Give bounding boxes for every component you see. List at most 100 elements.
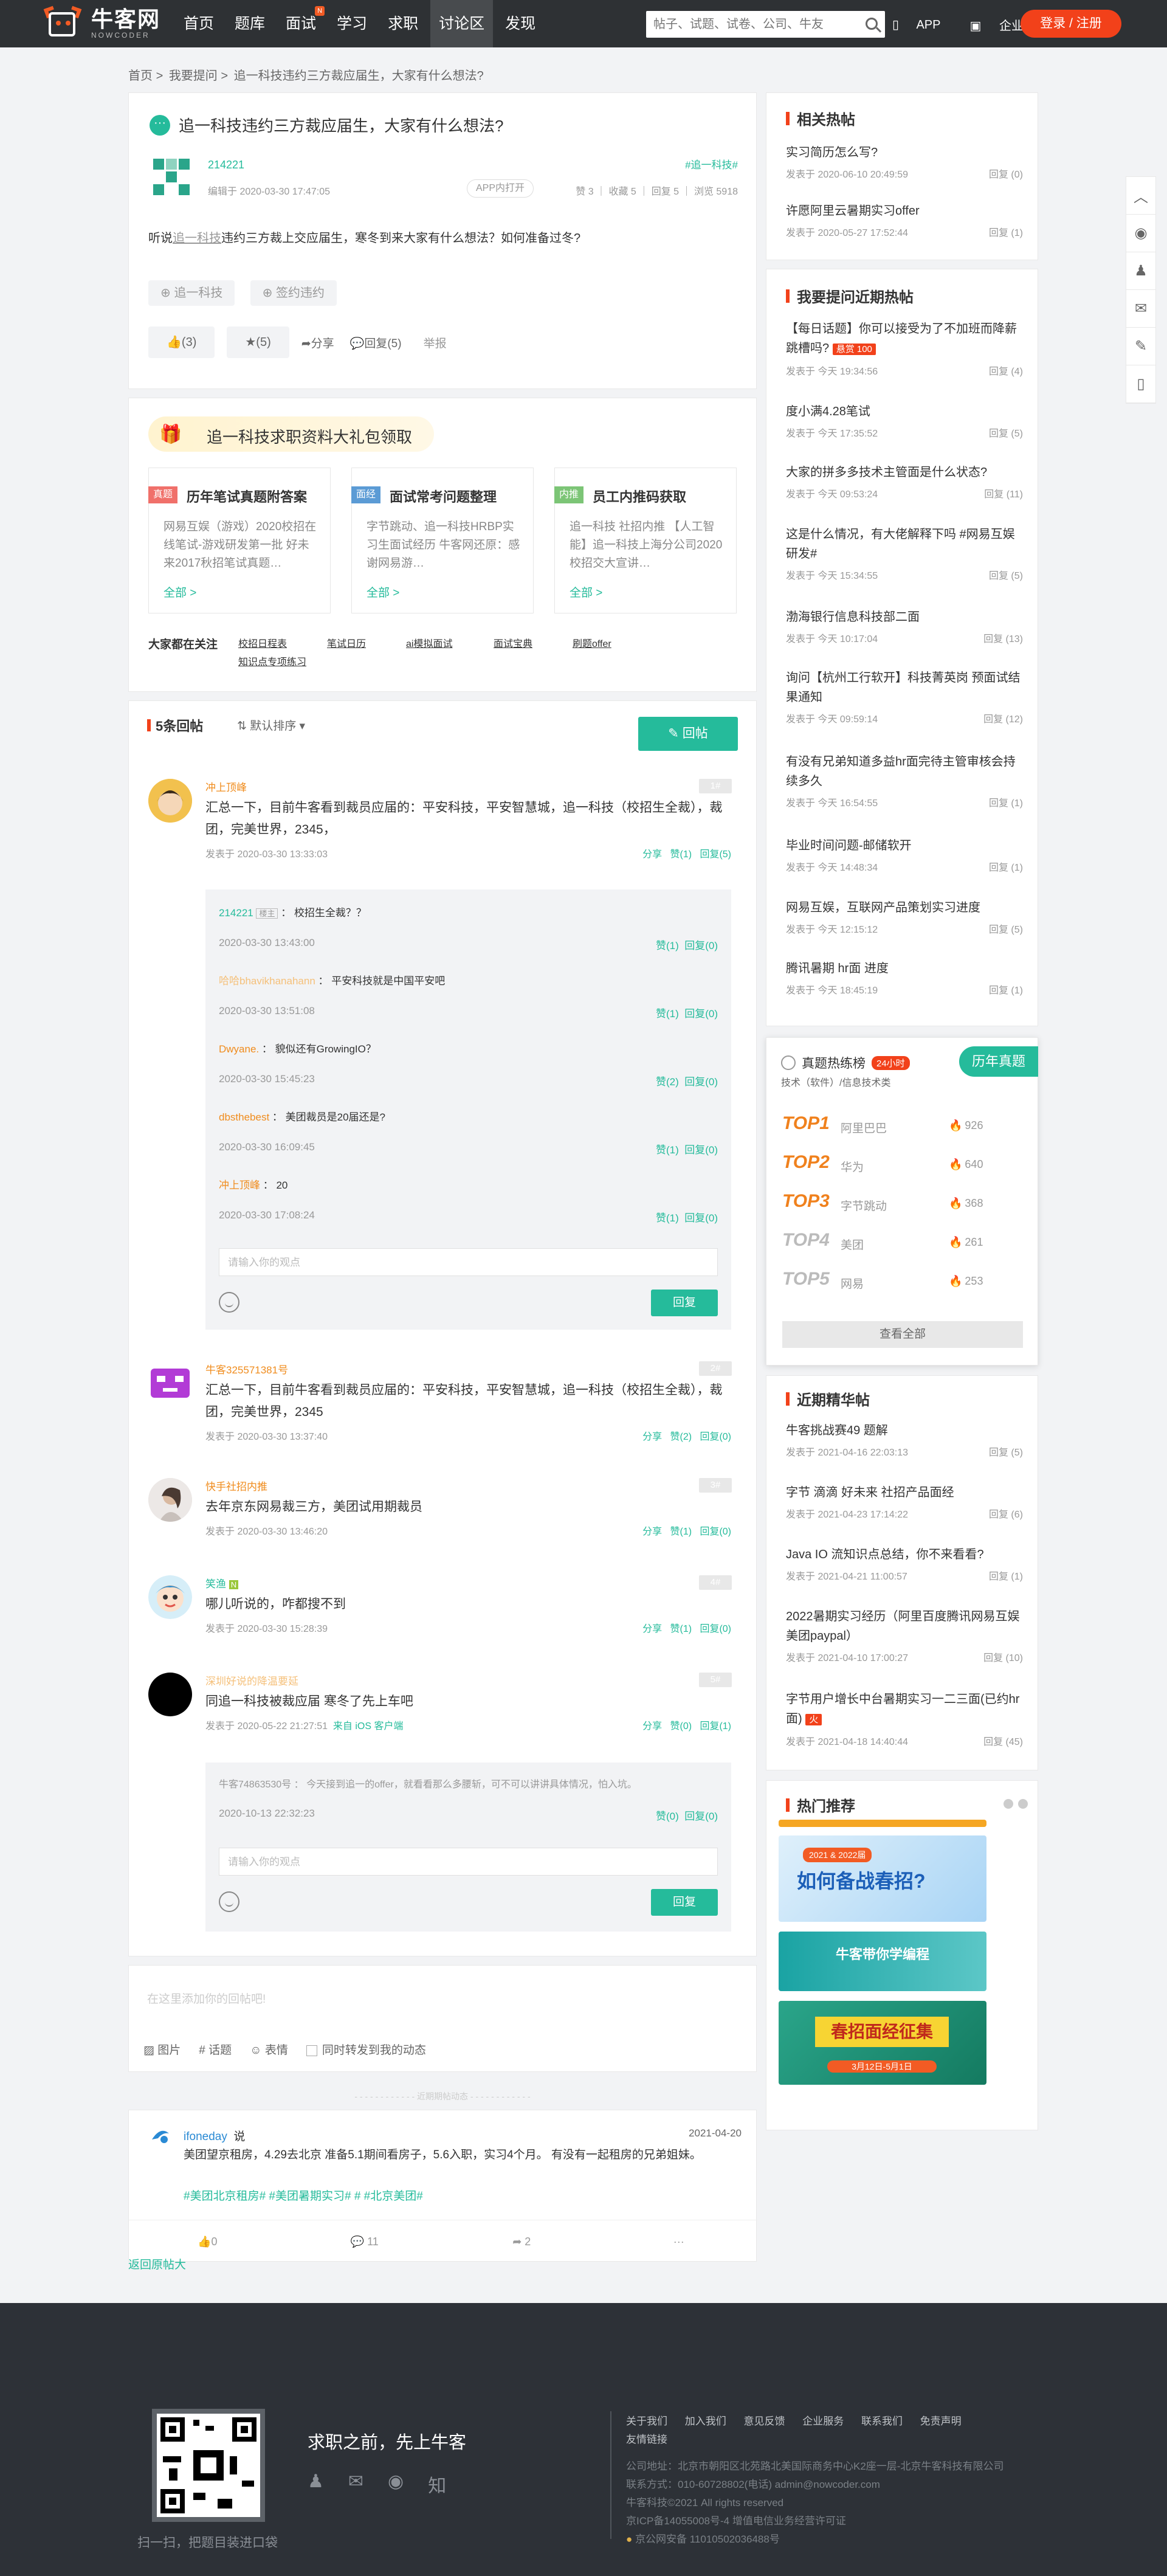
topic-button[interactable]: # 话题 — [199, 2041, 232, 2057]
ask-item[interactable]: 度小满4.28笔试 发表于 今天 17:35:52 回复 (5) — [786, 402, 1023, 440]
gift-card-more[interactable]: 全部 > — [164, 584, 196, 600]
search-input[interactable] — [646, 11, 847, 38]
sub-reply-input[interactable]: 请输入你的观点 — [219, 1248, 718, 1276]
share-link[interactable]: 分享 — [642, 1432, 662, 1442]
reply-link[interactable]: 回复(1) — [700, 1721, 731, 1732]
nav-discuss[interactable]: 讨论区 — [430, 0, 494, 47]
share-link[interactable]: 分享 — [642, 1527, 662, 1537]
post-topic-tag[interactable]: #追一科技# — [685, 156, 738, 171]
sub-like[interactable]: 赞(1) — [656, 940, 679, 951]
emoji-icon[interactable] — [219, 1891, 239, 1912]
feed-avatar[interactable] — [150, 2125, 171, 2147]
police-record[interactable]: ● 京公网安备 11010502036488号 — [626, 2530, 1003, 2549]
report-button[interactable]: 举报 — [424, 334, 447, 351]
sub-like[interactable]: 赞(1) — [656, 1008, 679, 1020]
gift-card-referral[interactable]: 内推 员工内推码获取 追一科技 社招内推 【人工智能】追一科技上海分公司2020… — [554, 468, 737, 613]
sub-reply-input[interactable]: 请输入你的观点 — [219, 1848, 718, 1876]
ranking-item[interactable]: TOP3 字节跳动 368 — [782, 1191, 1031, 1215]
ask-item[interactable]: 腾讯暑期 hr面 进度 发表于 今天 18:45:19 回复 (1) — [786, 959, 1023, 996]
hot-item[interactable]: 许愿阿里云暑期实习offer 发表于 2020-05-27 17:52:44 回复 … — [786, 201, 1023, 239]
gift-card-more[interactable]: 全部 > — [367, 584, 399, 600]
app-link[interactable]: ▯ APP — [892, 17, 955, 32]
ranking-item[interactable]: TOP4 美团 261 — [782, 1230, 1031, 1254]
share-link[interactable]: 分享 — [642, 1721, 662, 1732]
avatar[interactable] — [148, 1478, 192, 1522]
emoji-icon[interactable] — [219, 1292, 239, 1313]
ask-item[interactable]: 这是什么情况，有大佬解释下吗 #网易互娱研发# 发表于 今天 15:34:55 回复… — [786, 525, 1023, 582]
share-link[interactable]: 分享 — [642, 849, 662, 860]
avatar[interactable] — [148, 1673, 192, 1716]
image-button[interactable]: ▨ 图片 — [143, 2041, 181, 2057]
footer-link[interactable]: 联系我们 — [861, 2415, 903, 2427]
new-reply-button[interactable]: ✎ 回帖 — [638, 717, 738, 751]
edit-icon[interactable]: ✎ — [1126, 328, 1155, 365]
back-link[interactable]: 返回原帖大 — [128, 2256, 186, 2272]
past-exams-tag[interactable]: 历年真题 — [959, 1046, 1038, 1077]
nav-interview[interactable]: 面试 N — [284, 0, 325, 47]
ask-item[interactable]: 询问【杭州工行软开】科技菁英岗 预面试结果通知 发表于 今天 09:59:14 回复… — [786, 668, 1023, 725]
avatar[interactable] — [148, 1361, 192, 1405]
like-link[interactable]: 赞(2) — [670, 1432, 692, 1442]
gift-card-exam[interactable]: 真题 历年笔试真题附答案 网易互娱（游戏）2020校招在线笔试-游戏研发第一批 … — [148, 468, 331, 613]
ask-item[interactable]: 【每日话题】你可以接受为了不加班而降薪跳槽吗? 悬赏 100 发表于 今天 19:… — [786, 319, 1023, 378]
sub-like[interactable]: 赞(1) — [656, 1212, 679, 1224]
like-link[interactable]: 赞(1) — [670, 1527, 692, 1537]
keyword-link[interactable]: 知识点专项练习 — [238, 654, 306, 668]
qq-share-icon[interactable]: ♟ — [1126, 252, 1155, 290]
back-to-top-icon[interactable]: ︿ — [1126, 177, 1155, 215]
icp-license[interactable]: 京ICP备14055008号-4 增值电信业务经营许可证 — [626, 2512, 1003, 2530]
sub-author[interactable]: 牛客74863530号 — [219, 1780, 291, 1790]
reply-link[interactable]: 回复(0) — [700, 1624, 731, 1634]
reply-author[interactable]: 深圳好说的降温要延 — [205, 1673, 298, 1688]
reply-author[interactable]: 笑渔 N — [205, 1575, 239, 1590]
star-button[interactable]: ★(5) — [227, 326, 289, 358]
wechat-icon[interactable]: ✉ — [348, 2471, 363, 2498]
weibo-icon[interactable]: ◉ — [388, 2471, 404, 2498]
ask-item[interactable]: 网易互娱，互联网产品策划实习进度 发表于 今天 12:15:12 回复 (5) — [786, 898, 1023, 936]
ranking-item[interactable]: TOP1 阿里巴巴 926 — [782, 1113, 1031, 1138]
zhihu-icon[interactable]: 知 — [428, 2471, 446, 2498]
like-button[interactable]: 👍(3) — [148, 326, 215, 358]
footer-link[interactable]: 友情链接 — [626, 2434, 667, 2445]
footer-link[interactable]: 关于我们 — [626, 2415, 667, 2427]
ask-item[interactable]: 毕业时间问题-邮储软开 发表于 今天 14:48:34 回复 (1) — [786, 836, 1023, 874]
gift-card-interview[interactable]: 面经 面试常考问题整理 字节跳动、追一科技HRBP实习生面试经历 牛客网还原：感… — [351, 468, 534, 613]
sub-like[interactable]: 赞(0) — [656, 1811, 679, 1822]
nav-discover[interactable]: 发现 — [504, 0, 537, 47]
login-register-button[interactable]: 登录 / 注册 — [1021, 10, 1121, 38]
sub-reply-link[interactable]: 回复(0) — [684, 1212, 718, 1224]
prev-dot-icon[interactable] — [1003, 1799, 1013, 1809]
keyword-link[interactable]: 面试宝典 — [494, 635, 532, 650]
share-link[interactable]: 分享 — [642, 1624, 662, 1634]
open-in-app-button[interactable]: APP内打开 — [467, 179, 534, 198]
ask-item[interactable]: 有没有兄弟知道多益hr面完待主管审核会持续多久 发表于 今天 16:54:55 回复… — [786, 752, 1023, 809]
wechat-share-icon[interactable]: ✉ — [1126, 290, 1155, 328]
qq-icon[interactable]: ♟ — [308, 2471, 324, 2498]
gift-card-more[interactable]: 全部 > — [570, 584, 602, 600]
sub-reply-link[interactable]: 回复(0) — [684, 1076, 718, 1088]
site-logo[interactable]: 牛客网 NOWCODER — [38, 5, 160, 43]
feed-share-button[interactable]: ➦ 2 — [443, 2220, 601, 2262]
banner-learn-code[interactable]: 牛客带你学编程 — [779, 1932, 986, 1991]
breadcrumb-home[interactable]: 首页 — [128, 69, 153, 83]
feed-more-button[interactable]: ··· — [601, 2220, 758, 2262]
keyword-link[interactable]: 笔试日历 — [327, 635, 366, 650]
avatar[interactable] — [148, 779, 192, 823]
sub-author[interactable]: 冲上顶峰 — [219, 1179, 260, 1191]
digest-item[interactable]: 字节 滴滴 好未来 社招产品面经 发表于 2021-04-23 17:14:22 回… — [786, 1483, 1023, 1521]
breadcrumb-ask[interactable]: 我要提问 — [169, 69, 218, 83]
weibo-share-icon[interactable]: ◉ — [1126, 215, 1155, 252]
feed-comment-button[interactable]: 💬 11 — [286, 2220, 444, 2262]
repost-checkbox[interactable]: 同时转发到我的动态 — [306, 2041, 426, 2057]
feed-author[interactable]: ifoneday — [184, 2130, 227, 2143]
digest-item[interactable]: 字节用户增长中台暑期实习一二三面(已约hr面) 火发表于 2021-04-18 … — [786, 1690, 1023, 1748]
reply-author[interactable]: 冲上顶峰 — [205, 779, 247, 794]
composer-input[interactable]: 在这里添加你的回帖吧! — [147, 1990, 266, 2006]
sub-reply-link[interactable]: 回复(0) — [684, 1008, 718, 1020]
footer-link[interactable]: 免责声明 — [920, 2415, 962, 2427]
sort-dropdown[interactable]: ⇅ 默认排序 ▾ — [237, 717, 305, 733]
view-all-button[interactable]: 查看全部 — [782, 1321, 1023, 1348]
sub-author[interactable]: dbsthebest — [219, 1111, 269, 1123]
footer-link[interactable]: 企业服务 — [802, 2415, 844, 2427]
sub-reply-submit-button[interactable]: 回复 — [651, 1889, 718, 1916]
